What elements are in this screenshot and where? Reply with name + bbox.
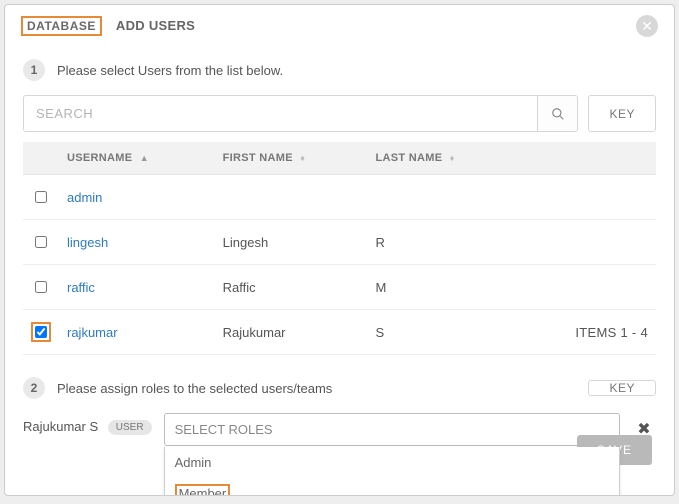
close-icon[interactable]: ✕ <box>636 15 658 37</box>
table-row: raffic RafficM <box>23 265 656 310</box>
roles-select[interactable]: SELECT ROLES <box>164 413 620 446</box>
col-spacer <box>515 142 656 175</box>
col-last-name-label: LAST NAME <box>376 152 443 164</box>
first-name-cell: Rajukumar <box>215 310 368 355</box>
row-checkbox[interactable] <box>35 236 47 248</box>
col-checkbox <box>23 142 59 175</box>
search-button[interactable] <box>537 96 577 131</box>
modal-title: ADD USERS <box>116 18 195 33</box>
step-2-badge: 2 <box>23 377 45 399</box>
roles-option[interactable]: Admin <box>165 447 619 478</box>
first-name-cell <box>215 175 368 220</box>
col-first-name[interactable]: FIRST NAME ♦ <box>215 142 368 175</box>
step-1-badge: 1 <box>23 59 45 81</box>
items-count <box>515 220 656 265</box>
items-count <box>515 175 656 220</box>
step-1-row: 1 Please select Users from the list belo… <box>23 59 656 81</box>
add-users-modal: DATABASE ADD USERS ✕ 1 Please select Use… <box>4 4 675 496</box>
key-button-bottom[interactable]: KEY <box>588 380 656 396</box>
sort-icon: ♦ <box>300 153 303 163</box>
roles-option[interactable]: Member <box>165 478 619 496</box>
username-link[interactable]: lingesh <box>67 235 108 250</box>
sort-icon: ♦ <box>450 153 453 163</box>
table-row: lingesh LingeshR <box>23 220 656 265</box>
key-button-top[interactable]: KEY <box>588 95 656 132</box>
modal-header: DATABASE ADD USERS ✕ <box>5 5 674 45</box>
last-name-cell <box>368 175 516 220</box>
assign-row: Rajukumar S USER SELECT ROLES AdminMembe… <box>23 413 656 446</box>
username-link[interactable]: rajkumar <box>67 325 118 340</box>
search-group <box>23 95 578 132</box>
first-name-cell: Lingesh <box>215 220 368 265</box>
users-table: USERNAME ▲ FIRST NAME ♦ LAST NAME ♦ admi… <box>23 142 656 355</box>
assigned-user-name: Rajukumar S <box>23 419 98 434</box>
items-count: ITEMS 1 - 4 <box>515 310 656 355</box>
roles-dropdown: AdminMemberRead <box>164 447 620 496</box>
user-badge: USER <box>108 420 152 435</box>
last-name-cell: M <box>368 265 516 310</box>
step-1-text: Please select Users from the list below. <box>57 63 283 78</box>
table-row: rajkumar RajukumarSITEMS 1 - 4 <box>23 310 656 355</box>
assigned-user: Rajukumar S USER <box>23 413 152 435</box>
step-2-text: Please assign roles to the selected user… <box>57 381 332 396</box>
step-2-row: 2 Please assign roles to the selected us… <box>23 377 656 399</box>
row-checkbox[interactable] <box>35 191 47 203</box>
database-tag: DATABASE <box>21 16 102 36</box>
sort-asc-icon: ▲ <box>140 153 149 163</box>
col-username[interactable]: USERNAME ▲ <box>59 142 215 175</box>
col-last-name[interactable]: LAST NAME ♦ <box>368 142 516 175</box>
last-name-cell: R <box>368 220 516 265</box>
table-row: admin <box>23 175 656 220</box>
search-input[interactable] <box>24 96 537 131</box>
row-checkbox[interactable] <box>35 326 47 338</box>
items-count <box>515 265 656 310</box>
username-link[interactable]: admin <box>67 190 102 205</box>
first-name-cell: Raffic <box>215 265 368 310</box>
row-checkbox[interactable] <box>35 281 47 293</box>
last-name-cell: S <box>368 310 516 355</box>
username-link[interactable]: raffic <box>67 280 95 295</box>
search-icon <box>551 107 565 121</box>
col-username-label: USERNAME <box>67 152 132 164</box>
col-first-name-label: FIRST NAME <box>223 152 293 164</box>
